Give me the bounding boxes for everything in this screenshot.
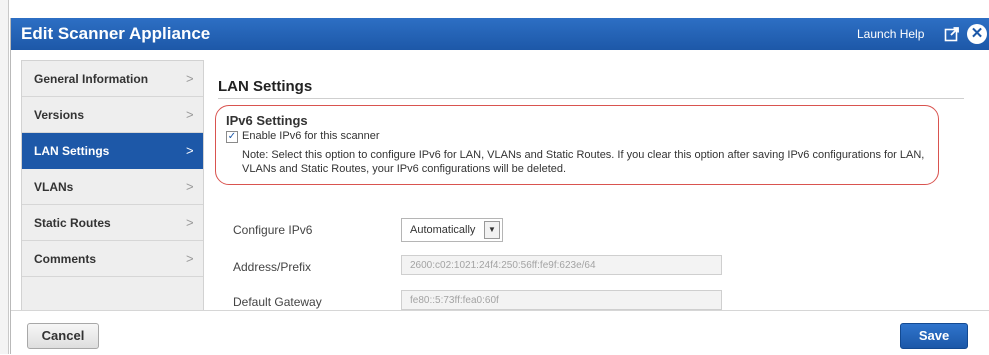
sidebar-item-vlans[interactable]: VLANs > xyxy=(22,169,203,205)
address-prefix-field: 2600:c02:1021:24f4:250:56ff:fe9f:623e/64 xyxy=(401,255,722,275)
sidebar-item-label: General Information xyxy=(34,72,149,86)
configure-ipv6-select[interactable]: Automatically ▼ xyxy=(401,218,503,242)
sidebar-item-label: Comments xyxy=(34,252,97,266)
chevron-right-icon: > xyxy=(186,71,194,86)
configure-ipv6-label: Configure IPv6 xyxy=(233,223,313,237)
sidebar-item-lan-settings[interactable]: LAN Settings > xyxy=(22,133,203,169)
chevron-right-icon: > xyxy=(186,179,194,194)
chevron-right-icon: > xyxy=(186,107,194,122)
settings-sidebar: General Information > Versions > LAN Set… xyxy=(21,60,204,311)
sidebar-item-general-information[interactable]: General Information > xyxy=(22,61,203,97)
default-gateway-field: fe80::5:73ff:fea0:60f xyxy=(401,290,722,310)
default-gateway-label: Default Gateway xyxy=(233,295,322,309)
dialog-titlebar: Edit Scanner Appliance Launch Help ✕ xyxy=(11,18,989,50)
chevron-right-icon: > xyxy=(186,215,194,230)
close-icon[interactable]: ✕ xyxy=(967,24,987,44)
sidebar-item-comments[interactable]: Comments > xyxy=(22,241,203,277)
lan-settings-panel: LAN Settings IPv6 Settings ✓ Enable IPv6… xyxy=(215,60,978,310)
dialog-title: Edit Scanner Appliance xyxy=(21,24,211,43)
chevron-right-icon: > xyxy=(186,251,194,266)
dialog-footer: Cancel Save xyxy=(11,310,989,355)
ipv6-note: Note: Select this option to configure IP… xyxy=(242,149,925,175)
sidebar-item-label: VLANs xyxy=(34,180,74,194)
background-window-edge xyxy=(0,0,9,354)
sidebar-item-label: LAN Settings xyxy=(34,144,110,158)
ipv6-settings-box: IPv6 Settings ✓ Enable IPv6 for this sca… xyxy=(215,105,939,185)
save-button[interactable]: Save xyxy=(900,323,968,349)
sidebar-item-label: Versions xyxy=(34,108,85,122)
sidebar-item-versions[interactable]: Versions > xyxy=(22,97,203,133)
sidebar-item-label: Static Routes xyxy=(34,216,111,230)
cancel-button[interactable]: Cancel xyxy=(27,323,99,349)
popout-icon[interactable] xyxy=(944,26,960,42)
section-title: LAN Settings xyxy=(218,78,964,99)
dialog-body: General Information > Versions > LAN Set… xyxy=(11,50,989,311)
sidebar-item-static-routes[interactable]: Static Routes > xyxy=(22,205,203,241)
address-prefix-label: Address/Prefix xyxy=(233,260,312,274)
dropdown-arrow-icon[interactable]: ▼ xyxy=(484,221,500,239)
configure-ipv6-value: Automatically xyxy=(410,224,476,236)
chevron-right-icon: > xyxy=(186,143,194,158)
edit-scanner-appliance-dialog: Edit Scanner Appliance Launch Help ✕ Gen… xyxy=(10,18,989,355)
launch-help-link[interactable]: Launch Help xyxy=(857,27,924,41)
ipv6-heading: IPv6 Settings xyxy=(226,113,308,128)
enable-ipv6-label[interactable]: Enable IPv6 for this scanner xyxy=(242,130,380,142)
enable-ipv6-checkbox[interactable]: ✓ xyxy=(226,131,238,143)
